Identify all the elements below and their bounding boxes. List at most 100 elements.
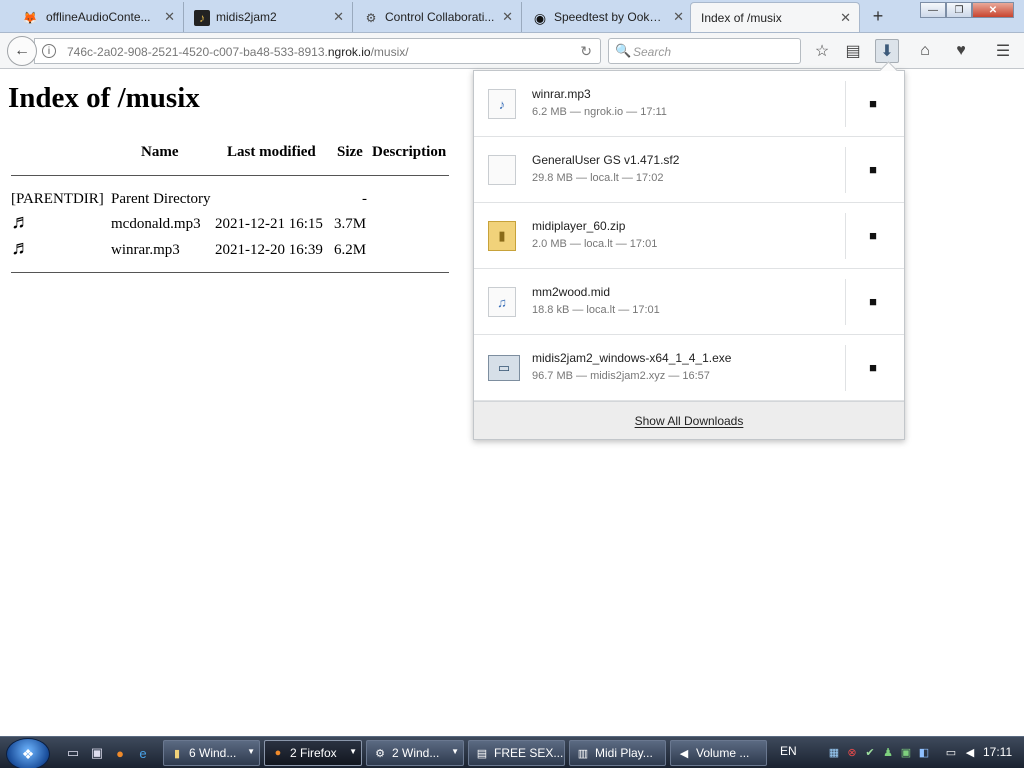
minimize-button[interactable]: — [920,2,946,18]
parent-directory-link[interactable]: Parent Directory [111,191,211,208]
url-bar[interactable]: i 746c-2a02-908-2521-4520-c007-ba48-533-… [34,38,601,64]
task-windows-explorer[interactable]: ▮ 6 Wind... ▼ [163,740,260,766]
downloads-button[interactable]: ⬇ [875,39,899,63]
internet-explorer-icon[interactable]: e [134,744,152,762]
open-folder-icon[interactable]: ■ [862,357,884,377]
fox-icon: 🦊 [22,11,38,25]
language-indicator[interactable]: EN [780,744,797,758]
task-notepad[interactable]: ▤ FREE SEX... [468,740,565,766]
close-tab-icon[interactable]: ✕ [502,9,513,25]
file-size: 6.2M [334,242,367,258]
divider [11,175,449,176]
start-button[interactable]: ❖ [6,738,50,768]
close-tab-icon[interactable]: ✕ [840,10,851,26]
show-all-label: Show All Downloads [634,413,744,428]
close-window-button[interactable]: ✕ [972,2,1014,18]
task-label: Midi Play... [595,746,653,760]
tab-label: offlineAudioConte... [46,10,151,24]
maximize-button[interactable]: ❐ [946,2,972,18]
speedometer-icon: ◉ [533,9,547,26]
close-tab-icon[interactable]: ✕ [673,9,684,25]
open-folder-icon[interactable]: ■ [862,225,884,245]
folder-icon: ▮ [173,747,181,760]
explorer-icon[interactable]: ▣ [88,744,106,762]
back-arrow-icon: ← [14,42,30,59]
separator [845,213,846,259]
player-icon: ▥ [577,747,589,760]
music-note-icon: ♬ [11,236,31,259]
new-tab-button[interactable]: + [868,6,888,27]
tray-volume-icon[interactable]: ◀ [962,744,978,760]
separator [845,81,846,127]
window-controls: — ❐ ✕ [920,2,1014,18]
system-clock[interactable]: 17:11 [983,745,1012,759]
task-midi-player[interactable]: ▥ Midi Play... [569,740,666,766]
separator [845,345,846,391]
tab-index-musix[interactable]: Index of /musix ✕ [690,2,860,32]
tray-user-icon[interactable]: ♟ [880,744,896,760]
download-item[interactable]: ♫ mm2wood.mid 18.8 kB — loca.lt — 17:01 … [474,269,904,335]
tab-label: midis2jam2 [216,10,277,24]
tray-update-icon[interactable]: ▣ [898,744,914,760]
back-button[interactable]: ← [7,36,37,66]
download-meta: 6.2 MB — ngrok.io — 17:11 [532,106,667,118]
open-folder-icon[interactable]: ■ [862,159,884,179]
tab-midis2jam2[interactable]: ♪ midis2jam2 ✕ [184,2,353,32]
task-label: FREE SEX... [494,746,564,760]
sort-modified-link[interactable]: Last modified [227,144,316,161]
download-item[interactable]: ▭ midis2jam2_windows-x64_1_4_1.exe 96.7 … [474,335,904,401]
download-filename: mm2wood.mid [532,285,611,299]
open-folder-icon[interactable]: ■ [862,291,884,311]
sort-description-link[interactable]: Description [372,144,446,161]
file-size: 3.7M [334,216,367,232]
pocket-icon[interactable]: ♥ [949,39,973,63]
reload-icon[interactable]: ↻ [580,43,592,60]
task-firefox[interactable]: ● 2 Firefox ▼ [264,740,362,766]
firefox-icon[interactable]: ● [111,744,129,762]
search-input[interactable]: 🔍 Search [608,38,801,64]
close-tab-icon[interactable]: ✕ [333,9,344,25]
reading-list-icon[interactable]: ▤ [841,39,865,63]
zip-folder-icon: ▮ [488,221,516,251]
download-item[interactable]: GeneralUser GS v1.471.sf2 29.8 MB — loca… [474,137,904,203]
file-modified: 2021-12-21 16:15 [215,216,323,232]
parent-dir-type: [PARENTDIR] [11,191,104,207]
tab-label: Control Collaborati... [385,10,495,24]
tray-monitor-icon[interactable]: ▭ [943,744,959,760]
file-link-mcdonald[interactable]: mcdonald.mp3 [111,216,201,233]
tab-offline-audio[interactable]: 🦊 offlineAudioConte... ✕ [0,2,184,32]
url-text: 746c-2a02-908-2521-4520-c007-ba48-533-89… [67,45,409,59]
volume-icon: ◀ [679,747,689,760]
tray-network-icon[interactable]: ▦ [826,744,842,760]
gear-icon: ⚙ [365,11,377,25]
download-filename: midis2jam2_windows-x64_1_4_1.exe [532,351,732,365]
tray-security-icon[interactable]: ✔ [862,744,878,760]
home-icon[interactable]: ⌂ [913,39,937,63]
music-note-icon: ♬ [11,210,31,233]
tab-label: Index of /musix [701,11,782,25]
search-icon: 🔍 [615,43,632,58]
bookmark-star-icon[interactable]: ☆ [810,39,834,63]
show-all-downloads-button[interactable]: Show All Downloads [474,401,904,439]
sort-size-link[interactable]: Size [337,144,363,161]
tray-error-icon[interactable]: ⊗ [844,744,860,760]
download-meta: 18.8 kB — loca.lt — 17:01 [532,304,660,316]
network-icon: ⚙ [375,747,385,760]
download-item[interactable]: ♪ winrar.mp3 6.2 MB — ngrok.io — 17:11 ■ [474,71,904,137]
tab-speedtest[interactable]: ◉ Speedtest by Ookla... ✕ [522,2,692,32]
menu-icon[interactable]: ☰ [991,39,1015,63]
task-volume[interactable]: ◀ Volume ... [670,740,767,766]
download-item[interactable]: ▮ midiplayer_60.zip 2.0 MB — loca.lt — 1… [474,203,904,269]
info-icon[interactable]: i [42,44,56,58]
tray-app-icon[interactable]: ◧ [916,744,932,760]
sort-name-link[interactable]: Name [141,144,179,161]
tab-control-collaboration[interactable]: ⚙ Control Collaborati... ✕ [353,2,522,32]
file-link-winrar[interactable]: winrar.mp3 [111,242,180,259]
task-windows-network[interactable]: ⚙ 2 Wind... ▼ [366,740,464,766]
open-folder-icon[interactable]: ■ [862,93,884,113]
task-label: 2 Firefox [290,746,337,760]
close-tab-icon[interactable]: ✕ [164,9,175,25]
task-label: Volume ... [696,746,750,760]
show-desktop-icon[interactable]: ▭ [64,744,82,762]
download-arrow-icon: ⬇ [880,43,894,60]
